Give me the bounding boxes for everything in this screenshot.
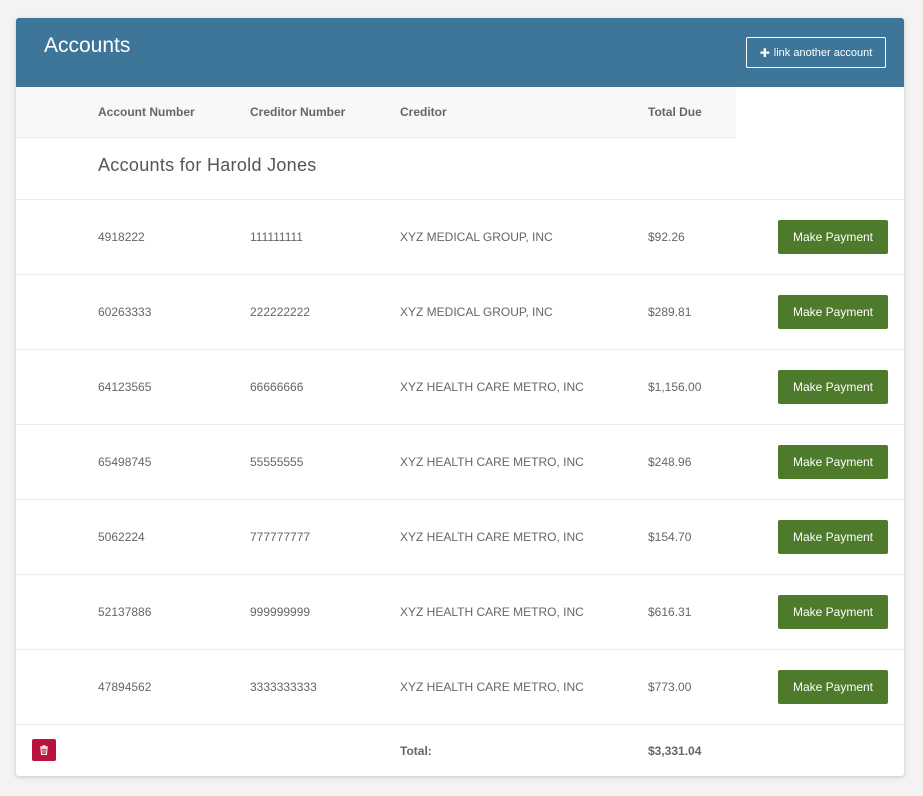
total-due: $1,156.00 — [648, 380, 702, 394]
creditor-name: XYZ HEALTH CARE METRO, INC — [400, 680, 584, 694]
total-label: Total: — [400, 744, 432, 758]
table-row: 4918222 111111111 XYZ MEDICAL GROUP, INC… — [16, 199, 904, 274]
account-number: 65498745 — [98, 455, 152, 469]
column-header-account-number: Account Number — [98, 105, 195, 119]
total-due: $289.81 — [648, 305, 692, 319]
make-payment-button[interactable]: Make Payment — [778, 595, 888, 629]
creditor-name: XYZ MEDICAL GROUP, INC — [400, 230, 553, 244]
link-button-label: link another account — [773, 46, 873, 59]
creditor-number: 55555555 — [250, 455, 304, 469]
creditor-name: XYZ HEALTH CARE METRO, INC — [400, 455, 584, 469]
total-due: $616.31 — [648, 605, 692, 619]
account-number: 4918222 — [98, 230, 145, 244]
total-due: $248.96 — [648, 455, 692, 469]
make-payment-button[interactable]: Make Payment — [778, 520, 888, 554]
make-payment-button[interactable]: Make Payment — [778, 445, 888, 479]
total-due: $773.00 — [648, 680, 692, 694]
table-row: 60263333 222222222 XYZ MEDICAL GROUP, IN… — [16, 274, 904, 349]
column-header-total-due: Total Due — [648, 105, 702, 119]
table-row: 65498745 55555555 XYZ HEALTH CARE METRO,… — [16, 424, 904, 499]
card-header: Accounts ✚ link another account — [16, 18, 904, 87]
account-number: 52137886 — [98, 605, 152, 619]
account-number: 5062224 — [98, 530, 145, 544]
account-number: 60263333 — [98, 305, 152, 319]
page-title: Accounts — [44, 34, 131, 57]
creditor-name: XYZ HEALTH CARE METRO, INC — [400, 380, 584, 394]
table-header-row: Account Number Creditor Number Creditor … — [16, 87, 736, 138]
creditor-number: 3333333333 — [250, 680, 317, 694]
creditor-number: 999999999 — [250, 605, 311, 619]
column-header-creditor-number: Creditor Number — [250, 105, 346, 119]
total-due: $154.70 — [648, 530, 692, 544]
creditor-number: 111111111 — [250, 230, 303, 244]
account-number: 64123565 — [98, 380, 152, 394]
plus-icon: ✚ — [759, 45, 770, 60]
trash-icon — [40, 745, 48, 755]
account-number: 47894562 — [98, 680, 152, 694]
total-due: $92.26 — [648, 230, 685, 244]
link-another-account-button[interactable]: ✚ link another account — [746, 37, 886, 68]
total-value: $3,331.04 — [648, 744, 702, 758]
column-header-creditor: Creditor — [400, 105, 447, 119]
creditor-number: 66666666 — [250, 380, 304, 394]
group-title: Accounts for Harold Jones — [98, 155, 317, 175]
table-row: 47894562 3333333333 XYZ HEALTH CARE METR… — [16, 649, 904, 724]
make-payment-button[interactable]: Make Payment — [778, 295, 888, 329]
creditor-name: XYZ HEALTH CARE METRO, INC — [400, 530, 584, 544]
accounts-card: Accounts ✚ link another account Account … — [16, 18, 904, 776]
creditor-number: 222222222 — [250, 305, 311, 319]
creditor-name: XYZ MEDICAL GROUP, INC — [400, 305, 553, 319]
creditor-number: 777777777 — [250, 530, 311, 544]
accounts-table-body: 4918222 111111111 XYZ MEDICAL GROUP, INC… — [16, 199, 904, 724]
table-row: 64123565 66666666 XYZ HEALTH CARE METRO,… — [16, 349, 904, 424]
make-payment-button[interactable]: Make Payment — [778, 220, 888, 254]
table-footer-row: Total: $3,331.04 — [16, 724, 904, 776]
table-row: 5062224 777777777 XYZ HEALTH CARE METRO,… — [16, 499, 904, 574]
make-payment-button[interactable]: Make Payment — [778, 370, 888, 404]
delete-button[interactable] — [32, 739, 56, 761]
table-row: 52137886 999999999 XYZ HEALTH CARE METRO… — [16, 574, 904, 649]
creditor-name: XYZ HEALTH CARE METRO, INC — [400, 605, 584, 619]
make-payment-button[interactable]: Make Payment — [778, 670, 888, 704]
